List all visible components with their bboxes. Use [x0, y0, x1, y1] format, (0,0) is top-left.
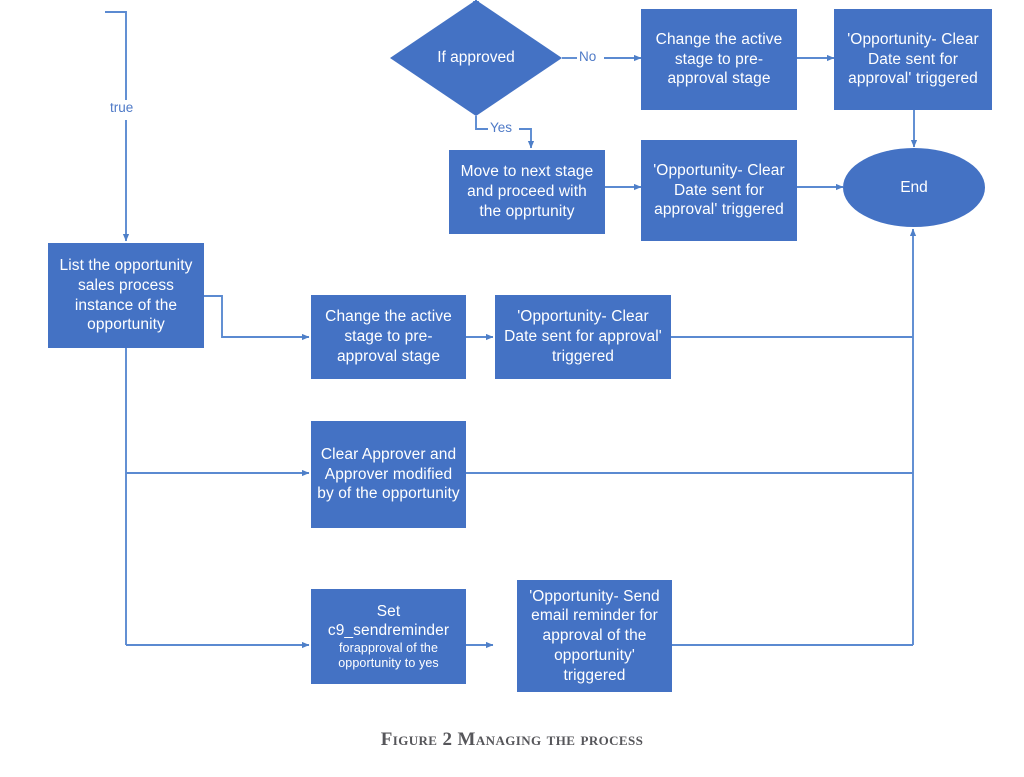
node-send-email-trigger[interactable]: 'Opportunity- Send email reminder for ap… — [517, 580, 672, 692]
edge-yes-to-move-next — [519, 128, 535, 149]
node-list-opportunity[interactable]: List the opportunity sales process insta… — [48, 243, 204, 348]
node-clear-date-trigger-lower[interactable]: 'Opportunity- Clear Date sent for approv… — [495, 295, 671, 379]
node-set-sendreminder-line4: opportunity to yes — [338, 656, 439, 671]
node-list-opportunity-label: List the opportunity sales process insta… — [59, 257, 193, 334]
node-change-stage-lower[interactable]: Change the active stage to pre-approval … — [311, 295, 466, 379]
node-clear-date-trigger-top-label: 'Opportunity- Clear Date sent for approv… — [847, 30, 979, 88]
figure-caption: Figure 2 Managing the process — [380, 729, 644, 750]
decision-if-approved-label: If approved — [437, 49, 515, 66]
edge-entry-elbow — [105, 11, 127, 100]
node-end-label: End — [900, 178, 928, 196]
edge-label-no: No — [577, 49, 599, 64]
connector-layer — [105, 0, 918, 649]
node-change-stage-lower-label: Change the active stage to pre-approval … — [325, 308, 452, 365]
node-clear-approver-label: Clear Approver and Approver modified by … — [317, 445, 460, 503]
node-clear-date-trigger-mid-label: 'Opportunity- Clear Date sent for approv… — [653, 161, 785, 219]
node-clear-date-trigger-mid[interactable]: 'Opportunity- Clear Date sent for approv… — [641, 140, 797, 241]
node-change-stage-top[interactable]: Change the active stage to pre-approval … — [641, 9, 797, 110]
edge-label-true: true — [108, 100, 136, 115]
edge-list-to-changestage-lower — [204, 295, 310, 341]
flowchart-canvas: If approved Change the active stage to p… — [0, 0, 1024, 777]
node-send-email-trigger-label: 'Opportunity- Send email reminder for ap… — [529, 587, 660, 684]
node-move-next-stage-label: Move to next stage and proceed with the … — [460, 163, 594, 220]
node-move-next-stage[interactable]: Move to next stage and proceed with the … — [449, 150, 605, 234]
edge-label-yes: Yes — [488, 120, 515, 135]
node-set-sendreminder-line1: Set — [376, 602, 401, 620]
node-clear-approver[interactable]: Clear Approver and Approver modified by … — [311, 421, 466, 528]
node-change-stage-top-label: Change the active stage to pre-approval … — [655, 30, 783, 88]
node-set-sendreminder-line2: c9_sendreminder — [327, 622, 450, 640]
node-set-sendreminder[interactable]: Set c9_sendreminder forapproval of the o… — [311, 589, 466, 684]
node-end[interactable]: End — [843, 148, 985, 227]
node-clear-date-trigger-top[interactable]: 'Opportunity- Clear Date sent for approv… — [834, 9, 992, 110]
node-set-sendreminder-line3: forapproval of the — [338, 640, 439, 655]
node-clear-date-trigger-lower-label: 'Opportunity- Clear Date sent for approv… — [504, 308, 662, 365]
